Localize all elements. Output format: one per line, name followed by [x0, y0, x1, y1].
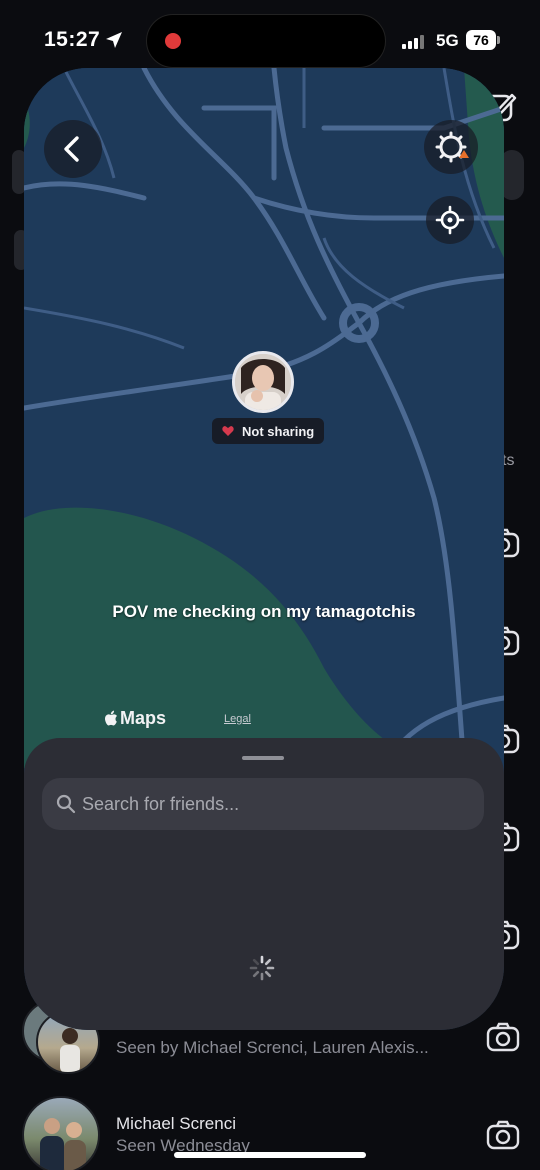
friend-status-text: Not sharing	[242, 423, 315, 439]
video-caption: POV me checking on my tamagotchis	[112, 602, 416, 621]
list-item[interactable]: Michael Screnci Seen Wednesday	[0, 1096, 540, 1170]
settings-gear-icon	[435, 131, 469, 163]
maps-brand-text: Maps	[120, 708, 167, 728]
signal-icon	[402, 33, 428, 49]
map-settings-button[interactable]	[424, 120, 478, 174]
dynamic-island	[146, 14, 386, 68]
location-arrow-icon	[106, 32, 122, 48]
friend-map-pin[interactable]	[232, 351, 294, 413]
list-item-subtitle: Seen by Michael Screnci, Lauren Alexis..…	[116, 1038, 429, 1057]
back-button[interactable]	[44, 120, 102, 178]
back-chevron-icon	[64, 136, 79, 162]
recenter-button[interactable]	[426, 196, 474, 244]
recording-indicator	[165, 33, 181, 49]
list-item-name: Michael Screnci	[116, 1114, 236, 1133]
battery-level: 76	[466, 30, 496, 50]
home-indicator[interactable]	[174, 1152, 366, 1158]
camera-icon[interactable]	[486, 1120, 520, 1150]
friend-status-label: Not sharing	[212, 418, 325, 444]
friend-avatar	[235, 354, 291, 410]
friends-sheet	[24, 738, 504, 1030]
battery-nub	[497, 36, 500, 44]
apple-logo-icon	[105, 710, 117, 726]
search-bar[interactable]	[42, 778, 484, 830]
sheet-grabber[interactable]	[242, 756, 284, 760]
legal-link[interactable]: Legal	[224, 713, 251, 725]
heart-icon	[222, 426, 234, 436]
loading-spinner-icon	[249, 955, 275, 981]
friend-map-card: Not sharing POV me checking on my tamago…	[24, 68, 504, 1030]
avatar	[22, 1096, 100, 1170]
search-input[interactable]	[82, 790, 462, 818]
recenter-target-icon	[435, 205, 465, 235]
status-time: 15:27	[44, 28, 101, 51]
network-type: 5G	[436, 31, 459, 50]
search-icon	[56, 794, 76, 814]
apple-maps-attribution: Maps	[104, 708, 166, 729]
